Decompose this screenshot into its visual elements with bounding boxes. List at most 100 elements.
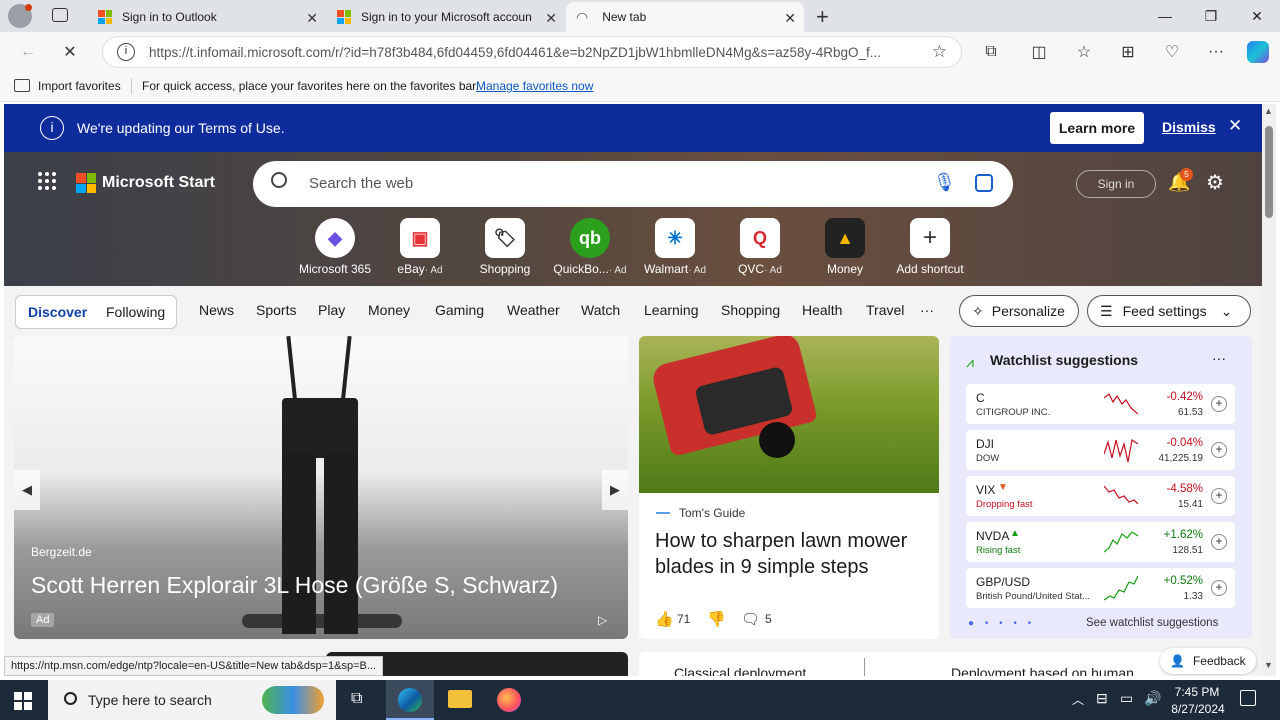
nav-news[interactable]: News [199, 302, 234, 318]
close-tab-icon[interactable]: ✕ [784, 10, 796, 27]
settings-more-icon[interactable]: ··· [1202, 38, 1230, 66]
shortcut-money[interactable]: ▲ Money [805, 218, 885, 276]
watchlist-title[interactable]: Watchlist suggestions [990, 352, 1138, 368]
learn-more-button[interactable]: Learn more [1050, 112, 1144, 144]
tab-new-tab[interactable]: ◠ New tab ✕ [566, 2, 804, 32]
watchlist-row-nvda[interactable]: NVDA ▲ Rising fast +1.62% 128.51 + [966, 522, 1235, 562]
add-to-watchlist-icon[interactable]: + [1211, 442, 1227, 458]
watchlist-row-dji[interactable]: DJI DOW -0.04% 41,225.19 + [966, 430, 1235, 470]
close-window-button[interactable]: ✕ [1234, 0, 1280, 32]
add-to-watchlist-icon[interactable]: + [1211, 488, 1227, 504]
tab-outlook[interactable]: Sign in to Outlook ✕ [88, 2, 326, 32]
adchoices-icon[interactable]: ▷ [598, 613, 607, 627]
carousel-dots[interactable] [242, 614, 402, 628]
collections-icon[interactable]: ⊞ [1114, 38, 1142, 66]
nav-play[interactable]: Play [318, 302, 345, 318]
search-input[interactable]: Search the web [309, 175, 413, 192]
page-settings-icon[interactable]: ⚙ [1206, 170, 1224, 195]
scrollbar-down-arrow[interactable]: ▼ [1264, 660, 1273, 670]
scrollbar-up-arrow[interactable]: ▲ [1264, 106, 1273, 116]
new-tab-button[interactable]: + [816, 4, 829, 30]
brand-name[interactable]: Microsoft Start [102, 174, 215, 192]
personalize-button[interactable]: ✧ Personalize [959, 295, 1079, 327]
web-search-box[interactable]: Search the web 🎙 [253, 161, 1013, 207]
carousel-prev-button[interactable]: ◀ [14, 470, 40, 510]
nav-travel[interactable]: Travel [866, 302, 904, 318]
watchlist-row-c[interactable]: C CITIGROUP INC. -0.42% 61.53 + [966, 384, 1235, 424]
watchlist-row-vix[interactable]: VIX ▼ Dropping fast -4.58% 15.41 + [966, 476, 1235, 516]
dismiss-link[interactable]: Dismiss [1162, 119, 1216, 135]
feed-settings-button[interactable]: ☰ Feed settings ⌄ [1087, 295, 1251, 327]
taskbar-search-box[interactable]: Type here to search [48, 680, 336, 720]
show-hidden-icons[interactable]: ︿ [1072, 691, 1084, 708]
start-button[interactable] [14, 692, 32, 710]
address-bar[interactable]: i https://t.infomail.microsoft.com/r/?id… [102, 36, 962, 68]
shortcut-add[interactable]: + Add shortcut [890, 218, 970, 276]
volume-icon[interactable]: 🔊 [1144, 690, 1161, 707]
ad-carousel-card[interactable]: ◀ ▶ Bergzeit.de Scott Herren Explorair 3… [14, 336, 628, 639]
network-icon[interactable]: ⊟ [1096, 690, 1108, 707]
carousel-next-button[interactable]: ▶ [602, 470, 628, 510]
shortcut-walmart[interactable]: ✳ Walmart· Ad [635, 218, 715, 276]
article-title[interactable]: How to sharpen lawn mower blades in 9 si… [655, 528, 930, 580]
restore-button[interactable]: ❐ [1188, 0, 1234, 32]
shortcut-ebay[interactable]: ▣ eBay· Ad [380, 218, 460, 276]
nav-shopping[interactable]: Shopping [721, 302, 780, 318]
microsoft-start-logo[interactable] [76, 173, 96, 193]
scrollbar-thumb[interactable] [1265, 126, 1273, 218]
clock-date[interactable]: 8/27/2024 [1168, 702, 1228, 716]
copilot-icon[interactable] [1244, 38, 1272, 66]
nav-health[interactable]: Health [802, 302, 842, 318]
visual-search-icon[interactable] [975, 174, 993, 192]
shortcut-shopping[interactable]: 🏷 Shopping [465, 218, 545, 276]
taskbar-search-input[interactable]: Type here to search [88, 692, 212, 708]
article-card[interactable]: Tom's Guide How to sharpen lawn mower bl… [639, 336, 939, 639]
url-text[interactable]: https://t.infomail.microsoft.com/r/?id=h… [149, 45, 929, 60]
site-info-icon[interactable]: i [117, 43, 135, 61]
nav-weather[interactable]: Weather [507, 302, 560, 318]
close-banner-icon[interactable]: ✕ [1228, 116, 1242, 136]
feedback-button[interactable]: 👤 Feedback [1160, 648, 1256, 674]
clock-time[interactable]: 7:45 PM [1172, 685, 1222, 699]
tab-discover[interactable]: Discover [28, 304, 87, 320]
task-view-icon[interactable]: ⧉ [351, 690, 362, 708]
watchlist-row-gbpusd[interactable]: GBP/USD British Pound/United Stat... +0.… [966, 568, 1235, 608]
battery-icon[interactable]: ▭ [1120, 690, 1133, 707]
firefox-icon[interactable] [497, 688, 521, 712]
nav-gaming[interactable]: Gaming [435, 302, 484, 318]
sign-in-button[interactable]: Sign in [1076, 170, 1156, 198]
back-arrow-icon[interactable]: ← [14, 38, 42, 66]
tab-actions-icon[interactable] [52, 8, 68, 22]
dislike-icon[interactable]: 👎 [707, 610, 726, 628]
app-launcher-icon[interactable] [38, 172, 56, 190]
add-to-watchlist-icon[interactable]: + [1211, 396, 1227, 412]
profile-avatar[interactable] [8, 4, 32, 28]
close-tab-icon[interactable]: ✕ [306, 10, 318, 27]
shortcut-qvc[interactable]: Q QVC· Ad [720, 218, 800, 276]
watchlist-pager-dots[interactable]: ● • • • • [968, 618, 1035, 629]
comment-icon[interactable]: 🗨 [741, 610, 760, 628]
notification-center-icon[interactable] [1240, 690, 1256, 706]
add-to-watchlist-icon[interactable]: + [1211, 534, 1227, 550]
microphone-icon[interactable]: 🎙 [933, 172, 956, 193]
extensions-icon[interactable]: ⧉ [977, 38, 1005, 66]
import-favorites-button[interactable]: Import favorites [38, 79, 121, 93]
favorite-star-icon[interactable]: ☆ [932, 42, 947, 62]
tab-following[interactable]: Following [106, 304, 165, 320]
see-watchlist-link[interactable]: See watchlist suggestions [1086, 617, 1218, 629]
like-icon[interactable]: 👍 [655, 610, 674, 628]
stop-loading-icon[interactable]: ✕ [56, 38, 84, 66]
close-tab-icon[interactable]: ✕ [545, 10, 557, 27]
split-screen-icon[interactable]: ◫ [1025, 38, 1053, 66]
watchlist-more-button[interactable]: ··· [1212, 350, 1226, 366]
page-scrollbar[interactable]: ▲ ▼ [1262, 104, 1276, 676]
shortcut-quickbooks[interactable]: qb QuickBo...· Ad [550, 218, 630, 276]
nav-watch[interactable]: Watch [581, 302, 620, 318]
edge-taskbar-icon[interactable] [386, 680, 434, 720]
nav-money[interactable]: Money [368, 302, 410, 318]
nav-more-button[interactable]: ··· [920, 302, 934, 318]
add-to-watchlist-icon[interactable]: + [1211, 580, 1227, 596]
tab-microsoft-account[interactable]: Sign in to your Microsoft accoun ✕ [327, 2, 565, 32]
nav-sports[interactable]: Sports [256, 302, 296, 318]
article-source[interactable]: Tom's Guide [679, 506, 745, 520]
